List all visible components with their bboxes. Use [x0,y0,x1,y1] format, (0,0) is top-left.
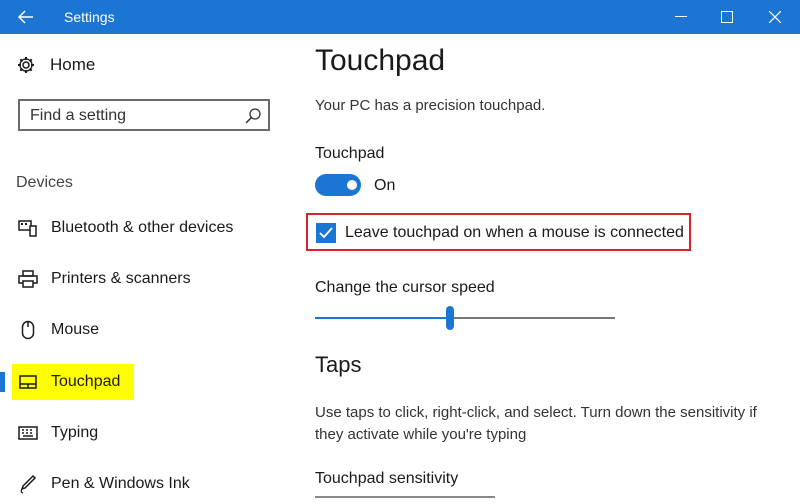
toggle-knob [347,180,357,190]
close-button[interactable] [752,0,798,34]
sidebar-item-label: Pen & Windows Ink [51,475,190,492]
sidebar-item-label: Mouse [51,321,100,338]
page-subtitle: Your PC has a precision touchpad. [315,97,546,114]
page-title: Touchpad [315,44,446,77]
toggle-state: On [374,177,396,194]
sensitivity-label: Touchpad sensitivity [315,470,459,487]
search-icon[interactable] [244,107,262,125]
mouse-icon [18,320,38,340]
sidebar-item-mouse[interactable]: Mouse [0,310,290,350]
sidebar-item-label: Typing [51,424,99,441]
cursor-speed-label: Change the cursor speed [315,279,495,296]
printer-icon [18,269,38,289]
maximize-button[interactable] [704,0,750,34]
sidebar-item-printers[interactable]: Printers & scanners [0,259,290,299]
touchpad-icon [18,372,38,392]
close-icon [769,11,781,23]
bluetooth-devices-icon [18,218,38,238]
sidebar-item-typing[interactable]: Typing [0,413,290,453]
title-bar: Settings [0,0,800,34]
sidebar-item-label: Printers & scanners [51,270,191,287]
checkbox-label: Leave touchpad on when a mouse is connec… [345,224,684,241]
minimize-icon [675,16,687,17]
checkmark-icon [319,227,333,239]
taps-description: Use taps to click, right-click, and sele… [315,404,757,443]
section-label-devices: Devices [16,174,73,191]
active-indicator [0,372,5,392]
search-input[interactable] [30,105,230,127]
sidebar-item-bluetooth[interactable]: Bluetooth & other devices [0,208,290,248]
sidebar-item-label: Touchpad [51,373,121,390]
taps-heading: Taps [315,352,362,377]
home-nav[interactable]: Home [16,53,95,77]
sidebar-item-pen[interactable]: Pen & Windows Ink [0,464,290,504]
sensitivity-dropdown[interactable] [315,496,495,502]
leave-touchpad-on-row: Leave touchpad on when a mouse is connec… [306,213,691,251]
toggle-label: Touchpad [315,145,385,162]
back-arrow-icon [18,10,33,24]
search-box[interactable] [18,99,270,131]
minimize-button[interactable] [658,0,704,34]
gear-icon [16,55,36,75]
slider-fill [315,317,450,319]
touchpad-toggle[interactable] [315,174,361,196]
maximize-icon [721,11,733,23]
cursor-speed-slider[interactable] [315,306,615,330]
sidebar-item-label: Bluetooth & other devices [51,219,234,236]
home-label: Home [50,55,96,74]
window-title: Settings [64,9,115,25]
pen-icon [18,474,38,494]
back-button[interactable] [0,0,52,34]
sidebar-item-touchpad[interactable]: Touchpad [0,362,290,402]
slider-thumb[interactable] [446,306,454,330]
keyboard-icon [18,423,38,443]
leave-touchpad-on-checkbox[interactable] [316,223,336,243]
